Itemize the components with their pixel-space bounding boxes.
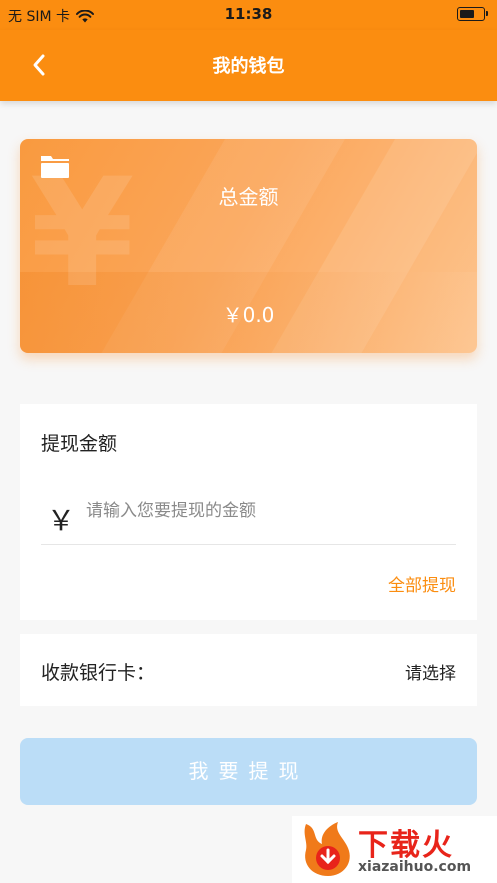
- nav-bar: 我的钱包: [0, 30, 497, 101]
- bank-card-selector[interactable]: 收款银行卡： 请选择: [20, 634, 477, 706]
- withdraw-all-button[interactable]: 全部提现: [388, 571, 456, 596]
- divider: [41, 544, 456, 545]
- bank-card-value: 请选择: [405, 664, 456, 684]
- total-amount-value: ￥0.0: [222, 303, 275, 327]
- folder-icon: [41, 156, 69, 178]
- total-amount-label: 总金额: [218, 185, 279, 209]
- watermark-domain: xiazaihuo.com: [358, 859, 472, 875]
- withdraw-submit-button[interactable]: 我要提现: [20, 738, 477, 805]
- watermark-brand: 下载火: [358, 828, 454, 863]
- status-bar: 无 SIM 卡 11:38: [0, 0, 497, 30]
- currency-symbol: ￥: [47, 504, 76, 537]
- battery-icon: [457, 7, 488, 21]
- withdraw-amount-heading: 提现金额: [41, 433, 118, 455]
- wallet-card: ¥ 总金额 ￥0.0: [20, 139, 477, 353]
- battery-level: [459, 9, 474, 18]
- page-title: 我的钱包: [212, 56, 285, 77]
- flame-logo-icon: [304, 822, 350, 876]
- status-time: 11:38: [224, 5, 273, 23]
- withdraw-amount-input[interactable]: [86, 494, 456, 528]
- site-watermark: 下载火 xiazaihuo.com: [292, 816, 497, 883]
- withdraw-panel: 提现金额 ￥ 全部提现: [20, 404, 477, 620]
- bank-card-label: 收款银行卡：: [41, 662, 156, 684]
